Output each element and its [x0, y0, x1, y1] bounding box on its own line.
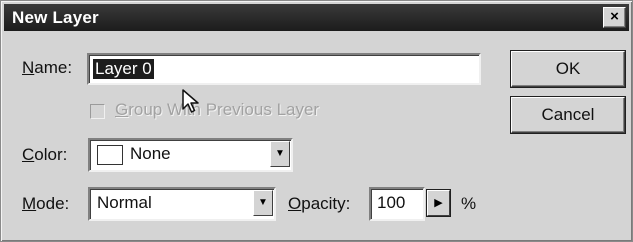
opacity-input[interactable]: 100 [369, 187, 425, 221]
new-layer-dialog: New Layer × Name: Layer 0 OK Cancel Grou… [0, 0, 633, 242]
color-swatch [97, 145, 123, 165]
opacity-unit: % [461, 194, 477, 213]
group-with-previous-checkbox[interactable] [90, 104, 105, 119]
opacity-label: Opacity: [288, 194, 351, 213]
chevron-down-icon[interactable]: ▼ [253, 190, 273, 216]
color-label: Color: [22, 145, 68, 164]
cancel-button-label: Cancel [541, 105, 595, 124]
ok-button-label: OK [555, 59, 581, 78]
opacity-slider-button[interactable]: ▶ [427, 190, 450, 216]
chevron-down-icon[interactable]: ▼ [270, 141, 290, 167]
mode-select[interactable]: Normal ▼ [88, 187, 276, 221]
ok-button[interactable]: OK [511, 51, 625, 87]
title-bar[interactable]: New Layer × [4, 4, 629, 31]
color-select-value: None [130, 144, 171, 163]
close-button[interactable]: × [603, 7, 626, 28]
name-input-value: Layer 0 [93, 59, 154, 79]
opacity-input-value: 100 [377, 193, 406, 212]
close-icon: × [610, 8, 619, 25]
group-with-previous-label: Group With Previous Layer [115, 100, 320, 119]
play-arrow-icon: ▶ [434, 197, 443, 209]
name-label: Name: [22, 58, 73, 77]
dialog-title: New Layer [12, 8, 99, 27]
mode-label: Mode: [22, 194, 70, 213]
color-select[interactable]: None ▼ [88, 138, 293, 172]
mode-select-value: Normal [97, 193, 152, 212]
name-input[interactable]: Layer 0 [87, 53, 481, 85]
mouse-pointer-icon [182, 89, 199, 113]
cancel-button[interactable]: Cancel [511, 97, 625, 133]
